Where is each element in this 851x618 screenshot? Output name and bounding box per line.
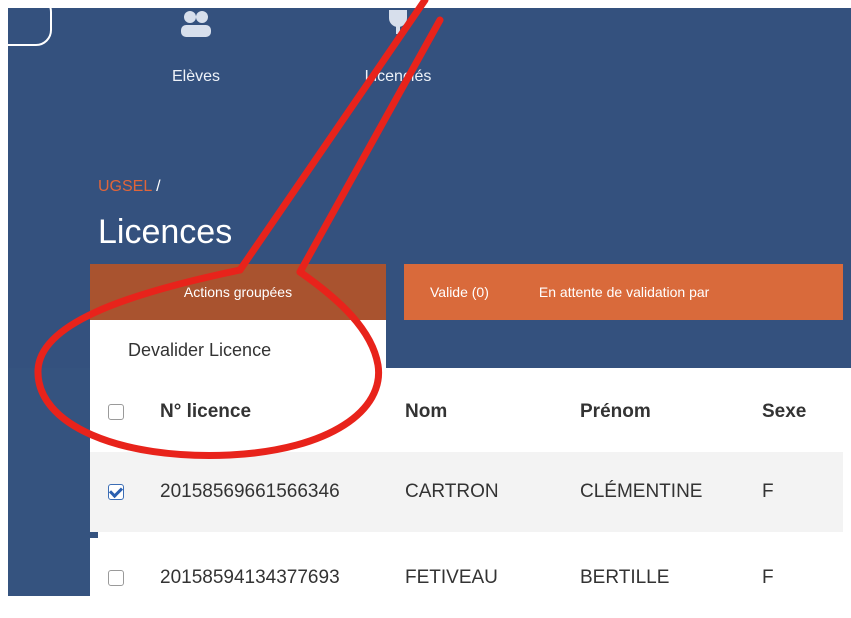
column-header-sexe[interactable]: Sexe: [762, 372, 806, 452]
breadcrumb-separator: /: [151, 178, 161, 195]
status-filter-bar: Valide (0) En attente de validation par: [404, 264, 843, 320]
nav-item-eleves[interactable]: Elèves: [156, 8, 236, 85]
breadcrumb-link-ugsel[interactable]: UGSEL: [98, 178, 152, 195]
table-row[interactable]: 2015856966156634‍6 CARTRON CLÉMENTINE F: [90, 452, 843, 532]
nav-label-eleves: Elèves: [171, 68, 221, 85]
dropdown-item-devalider[interactable]: Devalider Licence: [128, 340, 271, 361]
column-header-nom[interactable]: Nom: [405, 372, 447, 452]
licence-number: 20158594134377693: [160, 567, 340, 588]
nom-cell: FETIVEAU: [405, 567, 498, 588]
column-header-licence[interactable]: N° licence: [160, 372, 251, 452]
row-checkbox[interactable]: [108, 538, 124, 618]
nav-label-licencies: Licenciés: [364, 68, 432, 85]
sexe-cell: F: [762, 567, 774, 588]
nom-cell: CARTRON: [405, 481, 499, 502]
nav-item-licencies[interactable]: Licenciés: [338, 8, 458, 85]
table-row[interactable]: 20158594134377693 FETIVEAU BERTILLE F: [90, 538, 843, 618]
users-icon: [181, 11, 211, 37]
column-header-prenom[interactable]: Prénom: [580, 372, 651, 452]
table-header-row: N° licence Nom Prénom Sexe: [90, 372, 843, 452]
breadcrumb: UGSEL /: [98, 178, 161, 196]
row-checkbox[interactable]: [108, 452, 124, 532]
trophy-icon: [389, 10, 407, 34]
prenom-cell: CLÉMENTINE: [580, 481, 703, 502]
group-actions-button[interactable]: Actions groupées: [90, 264, 386, 320]
filter-valide-button[interactable]: Valide (0): [430, 264, 489, 320]
prenom-cell: BERTILLE: [580, 567, 670, 588]
page-title: Licences: [98, 213, 233, 251]
filter-attente-button[interactable]: En attente de validation par: [539, 264, 709, 320]
select-all-checkbox[interactable]: [108, 372, 124, 452]
sexe-cell: F: [762, 481, 774, 502]
licence-number: 2015856966156634‍6: [160, 481, 340, 502]
menu-toggle[interactable]: [8, 8, 52, 46]
